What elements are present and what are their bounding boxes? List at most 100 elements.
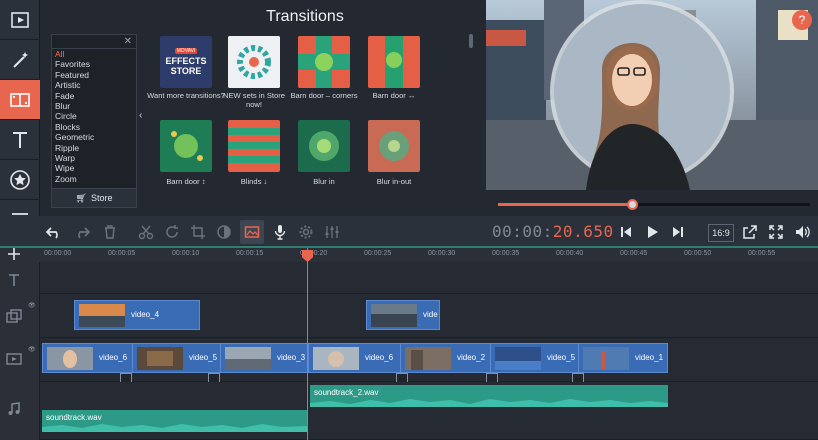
play-button[interactable] bbox=[640, 220, 664, 244]
import-media-button[interactable] bbox=[0, 0, 40, 40]
category-item[interactable]: Warp bbox=[52, 153, 136, 163]
fullscreen-button[interactable] bbox=[764, 220, 788, 244]
overlay-track-header bbox=[6, 308, 22, 329]
video-editor-window: Transitions ✕ All Favorites Featured Artist… bbox=[0, 0, 818, 440]
audio-clip[interactable]: soundtrack.wav bbox=[42, 410, 308, 432]
category-search-input[interactable]: ✕ bbox=[52, 35, 136, 49]
transitions-scrollbar[interactable] bbox=[469, 34, 473, 48]
clip-thumbnail bbox=[313, 347, 359, 370]
overlay-clip[interactable]: video_4 bbox=[74, 300, 200, 330]
video-clip[interactable]: video_2 bbox=[400, 343, 492, 373]
new-sets-thumbnail bbox=[228, 36, 280, 88]
video-track[interactable]: video_6 video_5 video_3 video_6 video_2 … bbox=[40, 338, 818, 383]
redo-button[interactable] bbox=[70, 220, 94, 244]
tile-label: Blinds ↓ bbox=[240, 177, 268, 186]
category-item[interactable]: Geometric bbox=[52, 132, 136, 142]
category-item[interactable]: Artistic bbox=[52, 80, 136, 90]
scrubber-knob[interactable] bbox=[627, 199, 639, 210]
overlay-visibility-icon[interactable]: 👁︎ bbox=[28, 302, 36, 309]
overlay-track[interactable]: video_4 vide bbox=[40, 294, 818, 338]
video-clip[interactable]: video_1 bbox=[578, 343, 668, 373]
audio-track[interactable]: soundtrack_2.wav soundtrack.wav bbox=[40, 382, 818, 440]
clip-name: video_5 bbox=[189, 353, 218, 362]
overlay-track-icon bbox=[6, 309, 22, 323]
gear-icon bbox=[299, 225, 313, 239]
blur-in-out-tile[interactable] bbox=[368, 120, 420, 172]
play-icon bbox=[648, 226, 658, 238]
record-audio-button[interactable] bbox=[268, 220, 292, 244]
blinds-down-tile[interactable] bbox=[228, 120, 280, 172]
audio-track-header bbox=[6, 401, 22, 422]
category-item[interactable]: Ripple bbox=[52, 143, 136, 153]
ruler-tick-label: 00:00:15 bbox=[236, 250, 264, 257]
category-item[interactable]: Blocks bbox=[52, 122, 136, 132]
category-item[interactable]: Favorites bbox=[52, 59, 136, 69]
category-item[interactable]: All bbox=[52, 49, 136, 59]
new-sets-tile[interactable] bbox=[228, 36, 280, 88]
transitions-button[interactable] bbox=[0, 80, 40, 120]
clip-thumbnail bbox=[583, 347, 629, 370]
category-item[interactable]: Circle bbox=[52, 111, 136, 121]
skip-back-icon bbox=[621, 227, 631, 237]
audio-clip-name: soundtrack_2.wav bbox=[314, 388, 379, 397]
music-note-icon bbox=[8, 402, 20, 415]
aspect-ratio-button[interactable]: 16:9 bbox=[708, 224, 734, 242]
store-button[interactable]: 🛒︎ Store bbox=[51, 188, 137, 208]
video-preview[interactable]: ? bbox=[486, 0, 818, 190]
clear-search-icon[interactable]: ✕ bbox=[124, 35, 132, 48]
barn-door-vertical-tile[interactable] bbox=[160, 120, 212, 172]
store-button-label: Store bbox=[90, 193, 113, 203]
video-clip[interactable]: video_5 bbox=[132, 343, 222, 373]
category-item[interactable]: Blur bbox=[52, 101, 136, 111]
blur-in-tile[interactable] bbox=[298, 120, 350, 172]
category-item[interactable]: Wipe bbox=[52, 163, 136, 173]
category-item[interactable]: Fade bbox=[52, 91, 136, 101]
effects-store-tile[interactable]: MOVAVI EFFECTS STORE bbox=[160, 36, 212, 88]
collapse-panel-arrow-icon[interactable]: ‹ bbox=[139, 110, 142, 121]
volume-button[interactable] bbox=[790, 220, 814, 244]
filters-button[interactable] bbox=[0, 40, 40, 80]
audio-clip[interactable]: soundtrack_2.wav bbox=[310, 385, 668, 407]
export-preview-button[interactable] bbox=[738, 220, 762, 244]
settings-button[interactable] bbox=[294, 220, 318, 244]
text-track-icon bbox=[9, 274, 19, 286]
undo-button[interactable] bbox=[42, 220, 66, 244]
equalizer-button[interactable] bbox=[320, 220, 344, 244]
playback-scrubber[interactable] bbox=[498, 199, 810, 210]
video-clip[interactable]: video_6 bbox=[308, 343, 402, 373]
overlay-clip[interactable]: vide bbox=[366, 300, 440, 330]
delete-button[interactable] bbox=[98, 220, 122, 244]
color-adjust-button[interactable] bbox=[212, 220, 236, 244]
barn-door-corners-tile[interactable] bbox=[298, 36, 350, 88]
video-clip[interactable]: video_3 bbox=[220, 343, 310, 373]
blur-in-out-thumbnail bbox=[368, 120, 420, 172]
crop-icon bbox=[191, 225, 205, 239]
cut-button[interactable] bbox=[134, 220, 158, 244]
text-track[interactable] bbox=[40, 262, 818, 294]
clip-thumbnail bbox=[137, 347, 183, 370]
clip-properties-button[interactable] bbox=[240, 220, 264, 244]
ruler-tick-label: 00:00:05 bbox=[108, 250, 136, 257]
ruler-tick-label: 00:00:10 bbox=[172, 250, 200, 257]
titles-button[interactable] bbox=[0, 120, 40, 160]
help-button[interactable]: ? bbox=[792, 10, 812, 30]
blinds-thumbnail bbox=[228, 120, 280, 172]
category-item[interactable]: Featured bbox=[52, 70, 136, 80]
category-item[interactable]: Zoom bbox=[52, 174, 136, 184]
timeline-ruler[interactable]: 00:00:00 00:00:05 00:00:10 00:00:15 00:00:20… bbox=[0, 248, 818, 262]
playhead-line[interactable] bbox=[307, 248, 308, 440]
video-visibility-icon[interactable]: 👁︎ bbox=[28, 346, 36, 353]
video-clip[interactable]: video_5 bbox=[490, 343, 580, 373]
audio-clip-name: soundtrack.wav bbox=[46, 413, 102, 422]
add-track-button[interactable] bbox=[6, 246, 22, 267]
next-button[interactable] bbox=[666, 220, 690, 244]
stickers-button[interactable] bbox=[0, 160, 40, 200]
video-clip[interactable]: video_6 bbox=[42, 343, 134, 373]
undo-icon bbox=[46, 227, 58, 239]
crop-button[interactable] bbox=[186, 220, 210, 244]
previous-button[interactable] bbox=[614, 220, 638, 244]
rotate-button[interactable] bbox=[160, 220, 184, 244]
clip-thumbnail bbox=[225, 347, 271, 370]
barn-door-vertical-thumbnail bbox=[160, 120, 212, 172]
barn-door-horizontal-tile[interactable] bbox=[368, 36, 420, 88]
